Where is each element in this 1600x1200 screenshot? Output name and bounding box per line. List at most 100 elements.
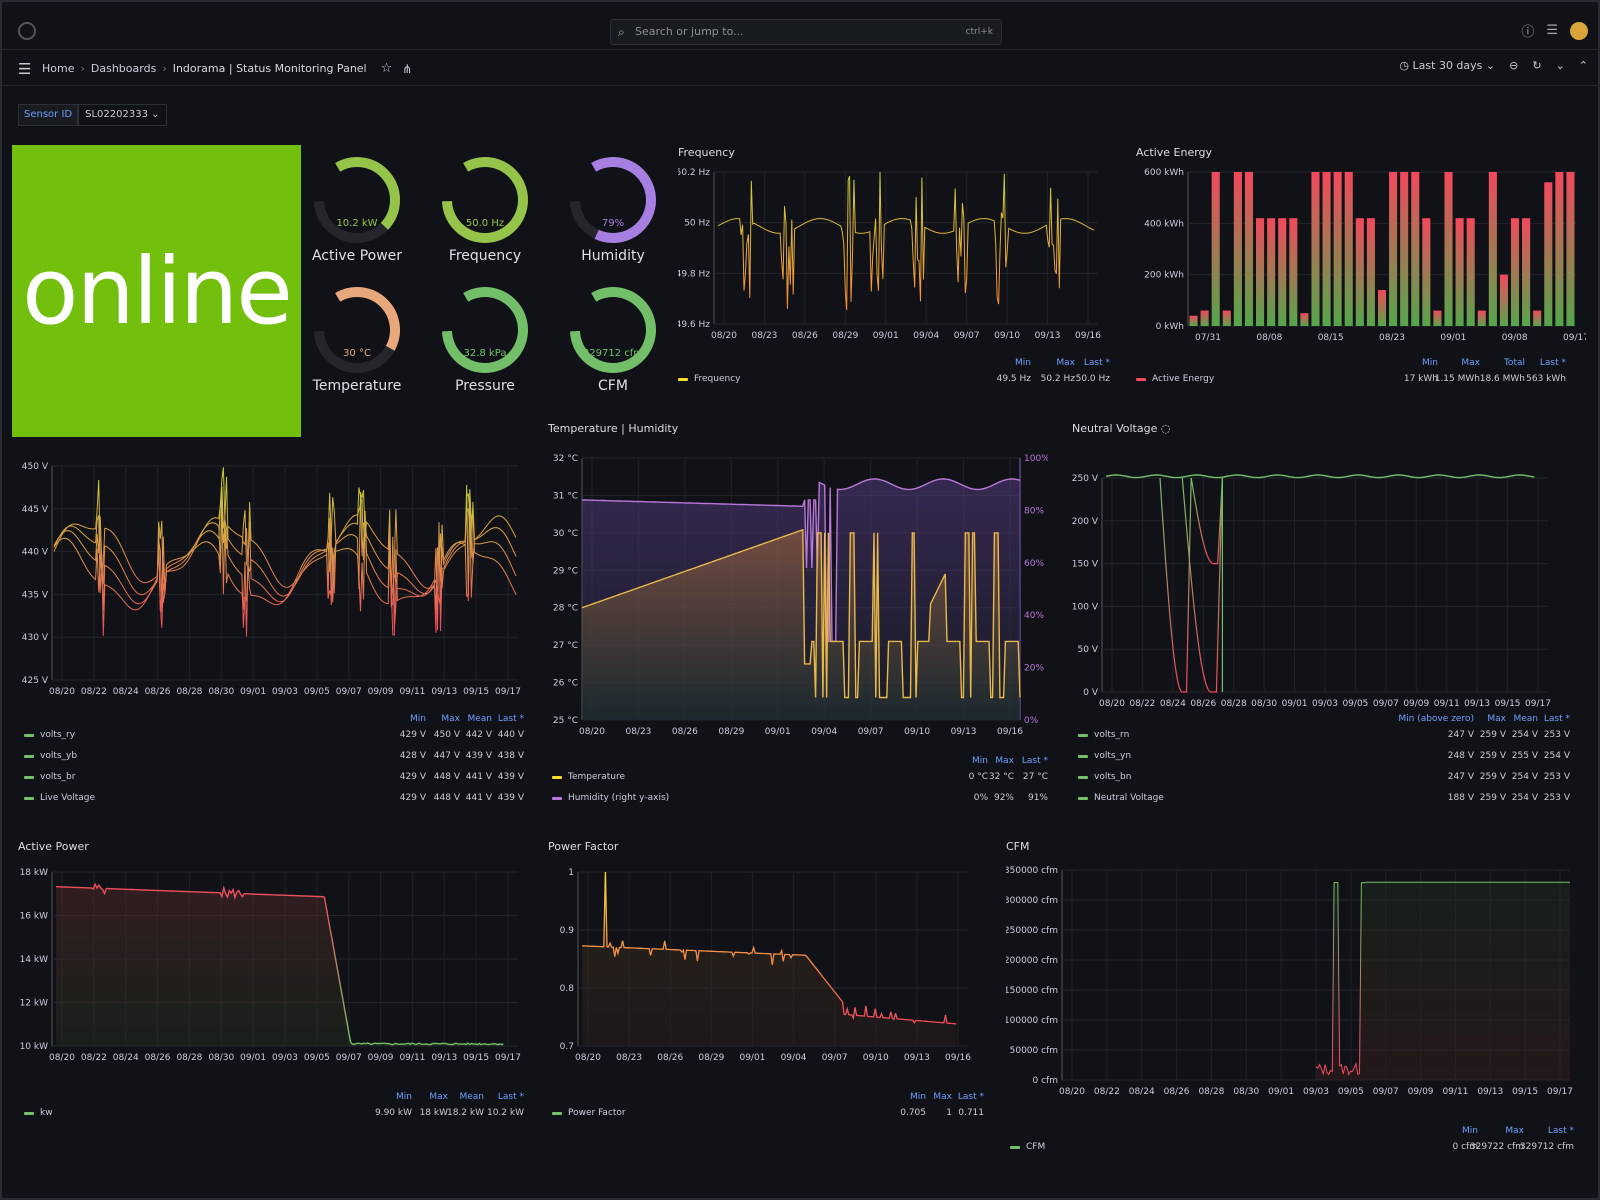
cfm-chart[interactable]: 350000 cfm 300000 cfm 250000 cfm 200000 cfm…	[1006, 858, 1588, 1132]
legend-header[interactable]: Last *	[958, 1092, 984, 1102]
legend-swatch	[678, 377, 688, 381]
active-power-chart[interactable]: 18 kW 16 kW 14 kW 12 kW 10 kW08/20 08/22 08/24…	[18, 858, 528, 1098]
panel-power-factor: Power Factor 1 0.9 0.8 0.7 08/20 08/23 08/26 08…	[548, 840, 988, 1130]
legend-header[interactable]: Max	[429, 1092, 448, 1102]
legend-stat-value: 188 V	[1447, 793, 1474, 803]
breadcrumb-home[interactable]: Home	[42, 62, 74, 75]
search-input[interactable]: ⌕ Search or jump to... ctrl+k	[610, 19, 1002, 45]
x-tick-label: 08/28	[1221, 699, 1247, 709]
news-feed-icon[interactable]: ☰	[1546, 23, 1558, 38]
legend-header[interactable]: Last *	[498, 714, 524, 724]
legend-header[interactable]: Min	[410, 714, 426, 724]
legend-stat-value: 329722 cfm	[1469, 1142, 1524, 1152]
legend-header[interactable]: Last *	[498, 1092, 524, 1102]
legend-header[interactable]: Min (above zero)	[1398, 714, 1474, 724]
frequency-chart[interactable]: 50.2 Hz 50 Hz 49.8 Hz 49.6 Hz08/20 08/23 08/2…	[678, 164, 1118, 382]
y-tick-label: 350000 cfm	[1006, 866, 1058, 876]
legend-item[interactable]: volts_yn	[1078, 749, 1131, 763]
star-icon[interactable]: ☆	[381, 61, 393, 76]
legend-item[interactable]: Temperature	[552, 770, 625, 784]
refresh-interval-icon[interactable]: ⌄	[1556, 59, 1565, 72]
legend-header[interactable]: Max	[1056, 358, 1075, 368]
legend-header[interactable]: Max	[441, 714, 460, 724]
legend-header[interactable]: Total	[1504, 358, 1525, 368]
legend-header[interactable]: Min	[1422, 358, 1438, 368]
time-picker[interactable]: ◷ Last 30 days ⌄	[1399, 59, 1495, 72]
x-tick-label: 08/26	[1190, 699, 1216, 709]
x-tick-label: 08/30	[208, 687, 234, 697]
x-tick-label: 09/04	[811, 727, 837, 737]
legend-header[interactable]: Max	[933, 1092, 952, 1102]
y-tick-label: 14 kW	[20, 955, 49, 965]
legend-stat-value: 439 V	[497, 772, 524, 782]
legend-series-name: Power Factor	[568, 1108, 626, 1118]
legend-header[interactable]: Min	[972, 756, 988, 766]
avatar[interactable]	[1570, 21, 1588, 40]
x-tick-label: 08/22	[81, 1053, 107, 1063]
legend-header[interactable]: Mean	[467, 714, 492, 724]
line-voltage-chart[interactable]: 450 V 445 V 440 V 435 V 430 V 425 V08/20 08/22…	[18, 458, 528, 716]
x-tick-label: 09/15	[463, 1053, 489, 1063]
x-tick-label: 09/03	[1312, 699, 1338, 709]
legend-header[interactable]: Min	[396, 1092, 412, 1102]
neutral-voltage-chart[interactable]: 250 V 200 V 150 V 100 V 50 V 0 V08/20 08/22 08/…	[1072, 440, 1588, 734]
legend-item[interactable]: volts_ry	[24, 728, 75, 742]
legend-header[interactable]: Min	[1015, 358, 1031, 368]
x-tick-label: 08/28	[176, 687, 202, 697]
legend-header[interactable]: Max	[995, 756, 1014, 766]
legend-item[interactable]: volts_yb	[24, 749, 77, 763]
x-tick-label: 08/20	[49, 687, 75, 697]
collapse-icon[interactable]: ⌃	[1579, 59, 1588, 72]
temperature-humidity-chart[interactable]: 32 °C 31 °C 30 °C 29 °C 28 °C 27 °C 26 °C 25 °C…	[548, 440, 1048, 770]
breadcrumb-dashboards[interactable]: Dashboards	[91, 62, 156, 75]
legend-item[interactable]: Power Factor	[552, 1106, 626, 1120]
legend-stat-value: 259 V	[1479, 772, 1506, 782]
legend-header[interactable]: Min	[910, 1092, 926, 1102]
legend-header[interactable]: Mean	[1513, 714, 1538, 724]
legend-item[interactable]: Humidity (right y-axis)	[552, 791, 669, 805]
legend-item[interactable]: volts_br	[24, 770, 75, 784]
legend-header[interactable]: Last *	[1084, 358, 1110, 368]
y-tick-label: 250 V	[1072, 474, 1099, 484]
legend-header[interactable]: Max	[1461, 358, 1480, 368]
legend-item[interactable]: volts_rn	[1078, 728, 1129, 742]
zoom-out-icon[interactable]: ⊖	[1509, 59, 1518, 72]
refresh-icon[interactable]: ↻	[1532, 59, 1541, 72]
legend-item[interactable]: Neutral Voltage	[1078, 791, 1164, 805]
legend-stat-value: 1	[946, 1108, 952, 1118]
grafana-logo-icon[interactable]	[18, 22, 36, 40]
active-energy-chart[interactable]: 600 kWh 400 kWh 200 kWh 0 kWh 07/31 08/08 08/1…	[1136, 164, 1586, 382]
legend-header[interactable]: Last *	[1544, 714, 1570, 724]
x-tick-label: 09/01	[240, 1053, 266, 1063]
legend-swatch	[24, 754, 34, 758]
legend-item[interactable]: CFM	[1010, 1140, 1045, 1154]
legend-header[interactable]: Max	[1505, 1126, 1524, 1136]
gauge-arc	[442, 287, 528, 373]
share-icon[interactable]: ⋔	[402, 62, 412, 76]
legend-header[interactable]: Last *	[1548, 1126, 1574, 1136]
help-icon[interactable]: ⓘ	[1521, 21, 1534, 40]
energy-bar	[1222, 310, 1231, 326]
menu-icon[interactable]: ☰	[18, 60, 31, 78]
status-text: online	[22, 237, 293, 345]
legend-item[interactable]: Active Energy	[1136, 372, 1214, 386]
legend-header[interactable]: Last *	[1022, 756, 1048, 766]
panel-cfm: CFM 350000 cfm 300000 cfm 250000 cfm 200000…	[1006, 840, 1588, 1160]
legend-header[interactable]: Max	[1487, 714, 1506, 724]
sensor-id-value: SL02202333	[85, 109, 148, 120]
legend-series-name: volts_bn	[1094, 772, 1132, 782]
energy-bar	[1256, 218, 1265, 326]
loading-icon: ◌	[1160, 422, 1171, 435]
legend-header[interactable]: Min	[1462, 1126, 1478, 1136]
sensor-id-select[interactable]: SL02202333 ⌄	[78, 104, 167, 126]
legend-item[interactable]: Frequency	[678, 372, 741, 386]
legend-header[interactable]: Last *	[1540, 358, 1566, 368]
legend-header[interactable]: Mean	[459, 1092, 484, 1102]
legend-item[interactable]: Live Voltage	[24, 791, 95, 805]
legend-item[interactable]: kw	[24, 1106, 53, 1120]
energy-bar	[1433, 310, 1442, 326]
legend-stat-value: 253 V	[1543, 730, 1570, 740]
legend-item[interactable]: volts_bn	[1078, 770, 1131, 784]
power-factor-chart[interactable]: 1 0.9 0.8 0.708/20 08/23 08/26 08/29 09/01 09/04…	[548, 858, 988, 1098]
energy-bar	[1211, 172, 1220, 326]
